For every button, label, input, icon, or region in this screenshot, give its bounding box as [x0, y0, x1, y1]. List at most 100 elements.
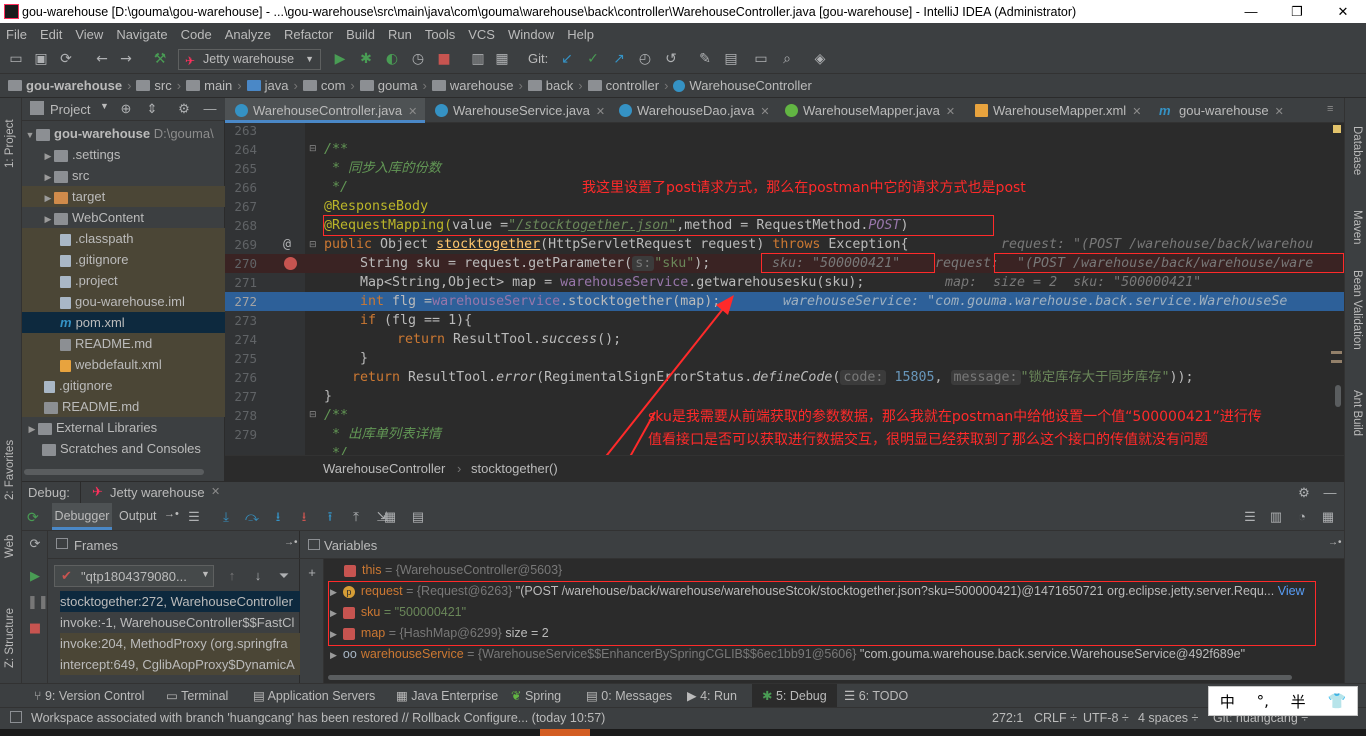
crumb-main[interactable]: main [186, 78, 232, 93]
memory-icon[interactable]: ◔ [1294, 509, 1310, 525]
pin-icon[interactable]: →• [284, 537, 298, 548]
thread-select[interactable]: ✔ "qtp1804379080... ▼ [54, 565, 214, 587]
tree-root[interactable]: ▼ gou-warehouse D:\gouma\ [22, 123, 225, 144]
hide-icon[interactable]: — [1322, 485, 1338, 501]
ant-build-tool-tab[interactable]: Ant Build [1351, 390, 1363, 436]
scroll-marker[interactable] [1331, 360, 1342, 363]
sdk-icon[interactable]: ▦ [494, 51, 510, 67]
history-icon[interactable]: ◴ [637, 51, 653, 67]
step-into-icon[interactable]: ⭳ [270, 509, 286, 525]
scroll-marker[interactable] [1331, 351, 1342, 354]
tab-debugger[interactable]: Debugger [52, 503, 112, 530]
crumb-gouma[interactable]: gouma [359, 78, 418, 93]
project-view-select[interactable]: Project [50, 102, 90, 117]
tab-warehouse-controller[interactable]: WarehouseController.java ✕ [225, 98, 425, 123]
tab-gou-warehouse-pom[interactable]: m gou-warehouse ✕ [1151, 98, 1313, 123]
open-folder-icon[interactable]: ▭ [8, 51, 24, 67]
tree-item-root-readme[interactable]: README.md [22, 396, 225, 417]
settings-wrench-icon[interactable]: ✎ [697, 51, 713, 67]
chevron-down-icon[interactable]: ▼ [100, 101, 109, 111]
fold-icon[interactable]: ⊟ [309, 144, 317, 154]
structure-tool-tab[interactable]: Z: Structure [4, 608, 16, 668]
tree-item-classpath[interactable]: .classpath [22, 228, 225, 249]
restart-icon[interactable]: ⟳ [27, 537, 43, 553]
close-icon[interactable]: ✕ [211, 485, 220, 498]
menu-file[interactable]: File [0, 27, 34, 42]
bean-validation-tool-tab[interactable]: Bean Validation [1351, 270, 1363, 350]
menu-edit[interactable]: Edit [34, 27, 69, 42]
crumb-project[interactable]: gou-warehouse [8, 78, 122, 93]
pin-icon[interactable]: →• [164, 508, 179, 520]
tree-item-iml[interactable]: gou-warehouse.iml [22, 291, 225, 312]
tab-overflow-icon[interactable]: ≡ [1327, 103, 1333, 115]
force-step-into-icon[interactable]: ⭳ [296, 509, 312, 525]
minimize-button[interactable]: — [1228, 0, 1274, 23]
debug-session-tab[interactable]: Jetty warehouse [110, 485, 205, 500]
tree-item-settings[interactable]: ▶ .settings [22, 144, 225, 165]
coverage-icon[interactable]: ◐ [384, 51, 400, 67]
tab-run[interactable]: ▶ 4: Run [687, 684, 737, 708]
build-hammer-icon[interactable]: ⚒ [152, 51, 168, 67]
var-this[interactable]: this = {WarehouseController@5603} [344, 560, 562, 581]
taskbar-app-icon[interactable] [540, 729, 590, 736]
tab-messages[interactable]: ▤ 0: Messages [586, 684, 672, 708]
hide-icon[interactable]: — [202, 101, 218, 117]
fold-icon[interactable]: ⊟ [309, 410, 317, 420]
collapse-icon[interactable]: ⇕ [144, 101, 160, 117]
step-over-icon[interactable]: ⤼ [244, 509, 260, 525]
close-icon[interactable]: ✕ [1275, 106, 1284, 118]
crumb-class[interactable]: WarehouseController [673, 78, 812, 93]
menu-navigate[interactable]: Navigate [110, 27, 174, 42]
tab-output[interactable]: Output [119, 509, 157, 523]
jrebel-icon[interactable]: ◈ [812, 51, 828, 67]
menu-tools[interactable]: Tools [419, 27, 462, 42]
gear-icon[interactable]: ⚙ [1296, 485, 1312, 501]
code-editor[interactable]: 263 264 /** 265 * 同步入库的份数 266 */ 267 @Resp… [225, 123, 1344, 455]
terminal-icon[interactable]: ▭ [753, 51, 769, 67]
tree-item-project[interactable]: .project [22, 270, 225, 291]
menu-window[interactable]: Window [502, 27, 561, 42]
project-structure-icon[interactable]: ▥ [470, 51, 486, 67]
tree-external-libraries[interactable]: ▶ External Libraries [22, 417, 225, 438]
stop-icon[interactable]: ■ [27, 621, 43, 637]
tab-todo[interactable]: ☰ 6: TODO [844, 684, 908, 708]
resume-icon[interactable]: ▶ [27, 569, 43, 585]
close-icon[interactable]: ✕ [1132, 106, 1141, 118]
close-window-button[interactable]: ✕ [1320, 0, 1366, 23]
columns-icon[interactable]: ▥ [1268, 509, 1284, 525]
frame-row[interactable]: invoke:-1, WarehouseController$$FastCl [60, 612, 300, 633]
git-update-icon[interactable]: ↙ [559, 51, 575, 67]
maven-tool-tab[interactable]: Maven [1351, 210, 1363, 245]
add-watch-icon[interactable]: + [304, 565, 320, 581]
tree-item-readme-web[interactable]: README.md [22, 333, 225, 354]
ime-chinese-toggle[interactable]: 中 [1220, 691, 1235, 712]
search-everywhere-icon[interactable]: ⌕ [779, 51, 795, 67]
ime-punctuation-toggle[interactable]: °, [1257, 692, 1269, 710]
project-structure2-icon[interactable]: ▤ [723, 51, 739, 67]
drop-frame-icon[interactable]: ⤒ [348, 509, 364, 525]
pin-icon[interactable]: →• [1328, 537, 1342, 548]
breakpoint-icon[interactable] [284, 257, 297, 270]
run-icon[interactable]: ▶ [332, 51, 348, 67]
layout-icon[interactable]: ☰ [1242, 509, 1258, 525]
close-icon[interactable]: ✕ [596, 106, 605, 118]
rollback-icon[interactable]: ↺ [663, 51, 679, 67]
close-icon[interactable]: ✕ [760, 106, 769, 118]
close-icon[interactable]: ✕ [408, 106, 417, 118]
tab-application-servers[interactable]: ▤ Application Servers [253, 684, 375, 708]
tree-item-gitignore[interactable]: .gitignore [22, 249, 225, 270]
status-message[interactable]: Workspace associated with branch 'huangc… [31, 708, 605, 729]
crumb-controller[interactable]: controller [587, 78, 659, 93]
sync-icon[interactable]: ⟳ [58, 51, 74, 67]
stop-icon[interactable]: ■ [436, 51, 452, 67]
menu-refactor[interactable]: Refactor [278, 27, 340, 42]
git-push-icon[interactable]: ↗ [611, 51, 627, 67]
menu-code[interactable]: Code [175, 27, 219, 42]
frame-row[interactable]: invoke:204, MethodProxy (org.springfra [60, 633, 300, 654]
show-execution-point-icon[interactable]: ⤓ [218, 509, 234, 525]
crumb-java[interactable]: java [246, 78, 289, 93]
crumb-com[interactable]: com [302, 78, 345, 93]
line-separator[interactable]: CRLF ÷ [1034, 708, 1077, 729]
frame-row-active[interactable]: stocktogether:272, WarehouseController [60, 591, 300, 612]
run-config-select[interactable]: ✈ Jetty warehouse ▼ [178, 49, 321, 70]
